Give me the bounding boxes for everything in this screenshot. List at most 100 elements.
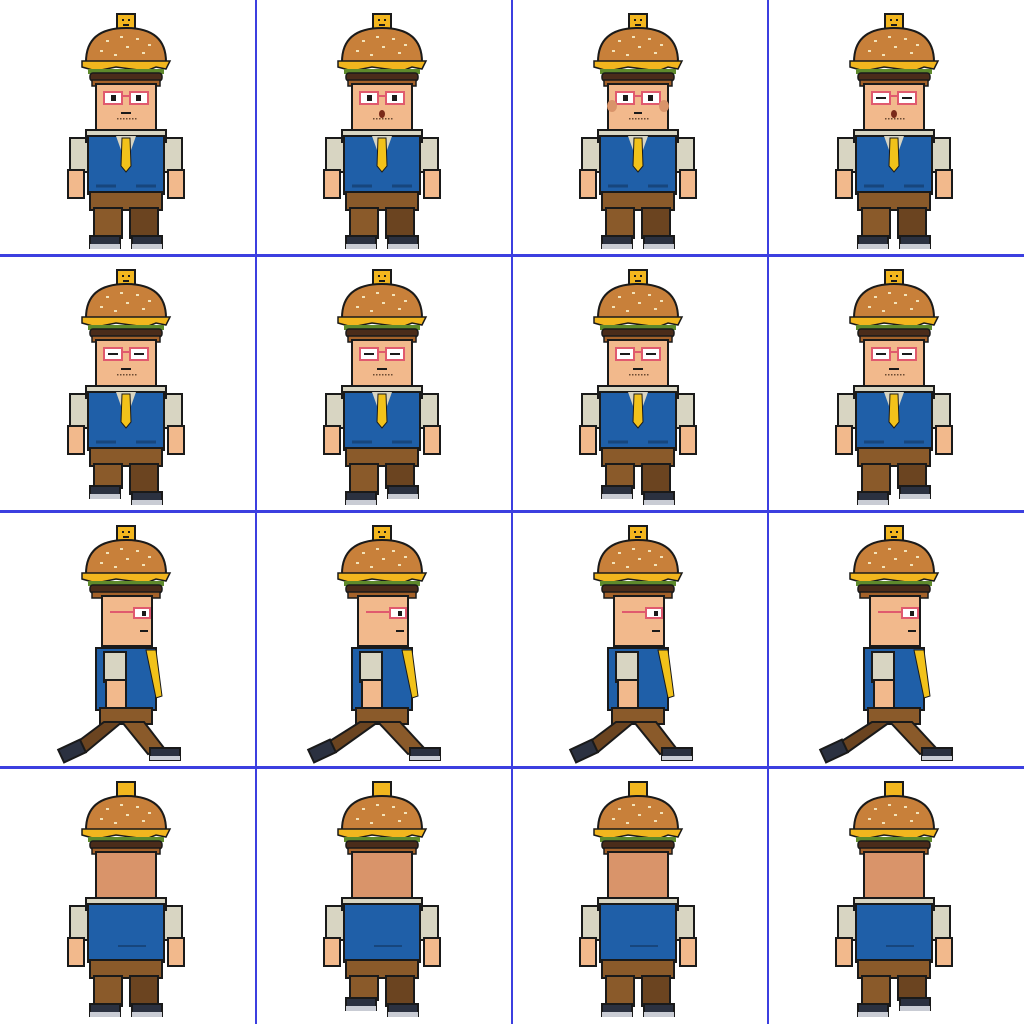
left-hand bbox=[579, 425, 597, 455]
left-hand bbox=[579, 937, 597, 967]
right-leg bbox=[129, 463, 159, 495]
head bbox=[607, 851, 669, 899]
right-hand bbox=[935, 169, 953, 199]
sprite-graphic bbox=[67, 13, 185, 249]
left-leg bbox=[861, 207, 891, 239]
sprite-graphic bbox=[568, 525, 693, 764]
character-burger-hat bbox=[818, 525, 953, 764]
sprite-graphic bbox=[579, 269, 697, 505]
left-leg bbox=[349, 207, 379, 239]
tie bbox=[120, 393, 132, 429]
right-hand bbox=[935, 937, 953, 967]
sprite-graphic bbox=[579, 13, 697, 249]
right-leg bbox=[385, 463, 415, 489]
hat-top-bun bbox=[340, 538, 424, 575]
character-burger-hat bbox=[579, 781, 697, 1017]
vest bbox=[855, 903, 933, 963]
hat-top-bun bbox=[596, 282, 680, 319]
sprite-graphic bbox=[818, 525, 953, 764]
hat-top-bun bbox=[852, 794, 936, 831]
back-shoe bbox=[56, 738, 88, 764]
left-leg bbox=[605, 975, 635, 1007]
right-leg bbox=[641, 207, 671, 239]
sprite-frame-front-walk-3 bbox=[512, 256, 768, 512]
tie bbox=[632, 393, 644, 429]
head bbox=[607, 339, 669, 387]
grid-line-vertical bbox=[255, 0, 257, 1024]
vest bbox=[343, 903, 421, 963]
back-shoe bbox=[818, 738, 850, 764]
hat-top-bun bbox=[852, 282, 936, 319]
sprite-graphic bbox=[835, 781, 953, 1017]
left-hand bbox=[323, 937, 341, 967]
left-hand bbox=[835, 937, 853, 967]
head bbox=[357, 595, 409, 647]
character-burger-hat bbox=[67, 13, 185, 249]
left-leg bbox=[93, 975, 123, 1007]
sprite-frame-side-walk-3 bbox=[512, 512, 768, 768]
right-leg bbox=[385, 975, 415, 1007]
hat-top-bun bbox=[596, 26, 680, 63]
hat-top-bun bbox=[340, 282, 424, 319]
grid-line-vertical bbox=[511, 0, 513, 1024]
character-burger-hat bbox=[568, 525, 693, 764]
tie bbox=[888, 137, 900, 173]
head bbox=[869, 595, 921, 647]
right-hand bbox=[423, 425, 441, 455]
character-burger-hat bbox=[306, 525, 441, 764]
right-hand bbox=[167, 937, 185, 967]
sprite-graphic bbox=[67, 781, 185, 1017]
left-leg bbox=[605, 463, 635, 489]
sprite-frame-front-walk-2 bbox=[256, 256, 512, 512]
back-shoe bbox=[568, 738, 600, 764]
tie bbox=[376, 137, 388, 173]
tie bbox=[376, 393, 388, 429]
sleeve bbox=[103, 651, 127, 683]
character-burger-hat bbox=[835, 13, 953, 249]
right-hand bbox=[679, 937, 697, 967]
right-leg bbox=[897, 975, 927, 1001]
character-burger-hat bbox=[835, 781, 953, 1017]
right-leg bbox=[129, 975, 159, 1007]
left-hand bbox=[67, 425, 85, 455]
head bbox=[95, 83, 157, 131]
left-leg bbox=[93, 463, 123, 489]
sprite-frame-front-idle-3 bbox=[512, 0, 768, 256]
grid-line-vertical bbox=[767, 0, 769, 1024]
tie bbox=[888, 393, 900, 429]
head bbox=[613, 595, 665, 647]
sprite-frame-back-walk-3 bbox=[512, 768, 768, 1024]
head bbox=[95, 851, 157, 899]
sprite-graphic bbox=[306, 525, 441, 764]
right-leg bbox=[641, 463, 671, 495]
right-leg bbox=[897, 463, 927, 489]
head bbox=[863, 83, 925, 131]
sprite-frame-front-walk-1 bbox=[0, 256, 256, 512]
right-hand bbox=[423, 169, 441, 199]
sprite-graphic bbox=[323, 781, 441, 1017]
left-hand bbox=[579, 169, 597, 199]
vest bbox=[599, 903, 677, 963]
right-hand bbox=[423, 937, 441, 967]
hat-top-bun bbox=[84, 282, 168, 319]
left-hand bbox=[67, 169, 85, 199]
right-hand bbox=[679, 425, 697, 455]
right-leg bbox=[385, 207, 415, 239]
character-burger-hat bbox=[835, 269, 953, 505]
hat-top-bun bbox=[852, 538, 936, 575]
sprite-graphic bbox=[579, 781, 697, 1017]
head bbox=[95, 339, 157, 387]
vest bbox=[87, 903, 165, 963]
character-burger-hat bbox=[67, 269, 185, 505]
sprite-graphic bbox=[67, 269, 185, 505]
sprite-graphic bbox=[835, 13, 953, 249]
left-leg bbox=[861, 463, 891, 495]
tie bbox=[120, 137, 132, 173]
right-leg bbox=[129, 207, 159, 239]
hat-top-bun bbox=[596, 538, 680, 575]
hat-top-bun bbox=[340, 26, 424, 63]
character-burger-hat bbox=[579, 269, 697, 505]
sleeve bbox=[359, 651, 383, 683]
left-hand bbox=[835, 169, 853, 199]
sleeve bbox=[615, 651, 639, 683]
